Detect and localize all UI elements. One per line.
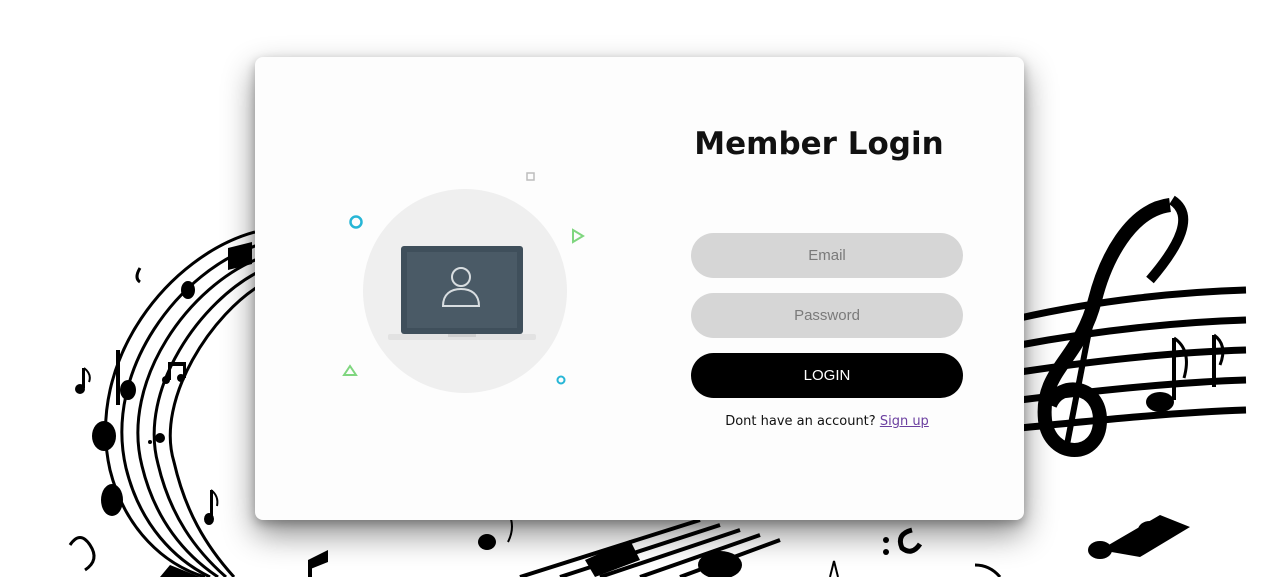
signup-prompt-line: Dont have an account? Sign up [691,414,963,429]
signup-prompt-text: Dont have an account? [725,414,876,429]
page: Member Login LOGIN Dont have an account?… [0,0,1280,577]
laptop-user-icon [342,172,585,393]
password-field[interactable] [691,293,963,338]
right-notes [1146,333,1225,412]
login-button[interactable]: LOGIN [691,353,963,398]
signup-link[interactable]: Sign up [880,414,929,429]
page-title: Member Login [694,126,944,162]
email-field[interactable] [691,233,963,278]
